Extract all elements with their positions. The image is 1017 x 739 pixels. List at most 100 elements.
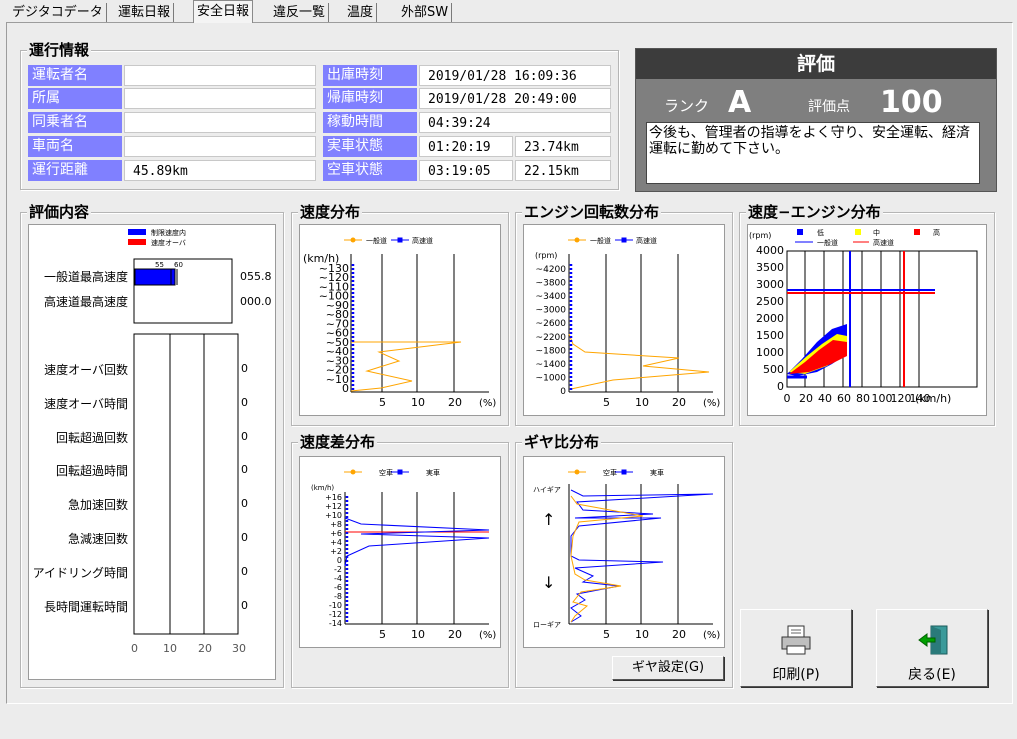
speed-dist-title: 速度分布 bbox=[298, 203, 363, 221]
return-field: 2019/01/28 20:49:00 bbox=[419, 88, 611, 109]
tab-violation-list[interactable]: 違反一覧 bbox=[270, 3, 330, 22]
max-highway-label: 高速道最高速度 bbox=[43, 295, 128, 309]
ytick-label: -6 bbox=[334, 583, 342, 592]
ytick-label: 0 bbox=[342, 382, 349, 395]
ytick-label: ~2200 bbox=[536, 333, 567, 343]
ytick-label: +2 bbox=[330, 547, 342, 556]
overrev-time-label: 回転超過時間 bbox=[55, 464, 128, 478]
xtick-20: 20 bbox=[198, 642, 212, 655]
engine-dist-general-line bbox=[568, 333, 710, 390]
speed-dist-xtick-20: 20 bbox=[448, 396, 462, 409]
ytick-label: -2 bbox=[334, 565, 342, 574]
rapid-accel-label: 急加速回数 bbox=[67, 498, 128, 512]
worktime-label: 稼動時間 bbox=[323, 112, 417, 133]
driver-label: 運転者名 bbox=[28, 65, 122, 86]
bar-label-60: 60 bbox=[174, 261, 183, 269]
ytick-label: +6 bbox=[330, 529, 342, 538]
speed-diff-svg: 空車 実車 (km/h) +16+12+10+8+6+4+20-2-4-6-8-… bbox=[311, 468, 496, 641]
ytick-label: ~1800 bbox=[536, 346, 567, 356]
legend-loaded-text: 実車 bbox=[426, 468, 440, 477]
gear-dist-xtick-unit: (%) bbox=[703, 630, 720, 641]
gear-dist-loaded-line bbox=[570, 489, 714, 623]
ytick-label: +8 bbox=[330, 520, 342, 529]
ytick-label: +4 bbox=[330, 538, 342, 547]
engine-dist-xtick-20: 20 bbox=[672, 396, 686, 409]
ytick-label: +12 bbox=[325, 502, 342, 511]
legend-highway-text: 高速道 bbox=[636, 236, 657, 245]
legend-over-swatch bbox=[128, 239, 146, 245]
idling-time-value: 0 bbox=[241, 565, 248, 578]
overspeed-count-label: 速度オーバ回数 bbox=[44, 363, 128, 377]
tab-operation-report[interactable]: 運転日報 bbox=[115, 3, 175, 22]
gear-down-arrow: ↓ bbox=[542, 573, 555, 592]
gear-dist-svg: 空車 実車 ハイギア ローギア ↑ ↓ 5 10 20 (%) bbox=[533, 468, 720, 641]
engine-dist-xtick-5: 5 bbox=[603, 396, 610, 409]
speed-dist-yticks: ~130~120~110~100~90~80~70~60~50~40~30~20… bbox=[319, 262, 349, 395]
speed-engine-yunit: (rpm) bbox=[749, 231, 771, 240]
legend-empty-text: 空車 bbox=[603, 468, 617, 477]
tab-safety-report[interactable]: 安全日報 bbox=[193, 0, 254, 23]
evaluation-title: 評価 bbox=[636, 49, 996, 79]
speed-dist-svg: 一般道 高速道 (km/h) ~130~120~110~100~90~80~70… bbox=[303, 236, 496, 409]
back-button-label: 戻る(E) bbox=[908, 667, 956, 683]
speed-diff-yticks: +16+12+10+8+6+4+20-2-4-6-8-10-12-14 bbox=[325, 493, 342, 628]
empty-time-field: 03:19:05 bbox=[419, 160, 513, 181]
rapid-decel-label: 急減速回数 bbox=[67, 532, 128, 546]
speed-dist-xtick-unit: (%) bbox=[479, 398, 496, 409]
legend-high-swatch bbox=[914, 229, 920, 235]
ytick-label: 3000 bbox=[756, 278, 784, 291]
ytick-label: 2000 bbox=[756, 312, 784, 325]
speed-engine-xunit: (km/h) bbox=[915, 392, 951, 405]
ytick-label: +10 bbox=[325, 511, 342, 520]
gear-up-arrow: ↑ bbox=[542, 510, 555, 529]
legend-empty-marker bbox=[574, 469, 580, 475]
printer-icon bbox=[781, 625, 811, 655]
legend-general-text: 一般道 bbox=[817, 238, 838, 247]
gear-dist-title: ギヤ比分布 bbox=[522, 433, 602, 451]
long-driving-value: 0 bbox=[241, 599, 248, 612]
ytick-label: -10 bbox=[329, 601, 342, 610]
legend-high-text: 高 bbox=[933, 228, 940, 237]
ytick-label: 3500 bbox=[756, 261, 784, 274]
legend-highway-marker bbox=[621, 237, 627, 243]
speed-dist-xtick-10: 10 bbox=[411, 396, 425, 409]
tab-temperature[interactable]: 温度 bbox=[344, 3, 378, 22]
ytick-label: 2500 bbox=[756, 295, 784, 308]
overspeed-time-value: 0 bbox=[241, 396, 248, 409]
ytick-label: ~3000 bbox=[536, 306, 567, 316]
ytick-label: -4 bbox=[334, 574, 342, 583]
codriver-field bbox=[124, 112, 316, 133]
engine-dist-title: エンジン回転数分布 bbox=[522, 203, 662, 221]
gear-dist-xtick-10: 10 bbox=[635, 628, 649, 641]
rank-value: A bbox=[728, 85, 752, 120]
gear-setting-button[interactable]: ギヤ設定(G) bbox=[612, 656, 724, 680]
back-button[interactable]: 戻る(E) bbox=[876, 609, 988, 687]
tab-digitaco-data[interactable]: デジタコデータ bbox=[9, 3, 107, 22]
speed-diff-xtick-5: 5 bbox=[379, 628, 386, 641]
speed-dist-general-line bbox=[350, 341, 462, 392]
tab-external-sw[interactable]: 外部SW bbox=[398, 3, 453, 22]
print-button[interactable]: 印刷(P) bbox=[740, 609, 852, 687]
legend-general-text: 一般道 bbox=[366, 236, 387, 245]
max-highway-value: 000.0 bbox=[240, 295, 272, 308]
overspeed-count-value: 0 bbox=[241, 362, 248, 375]
legend-within-swatch bbox=[128, 229, 146, 235]
dept-field bbox=[124, 88, 316, 109]
xtick-10: 10 bbox=[163, 642, 177, 655]
long-driving-label: 長時間運転時間 bbox=[43, 600, 128, 614]
codriver-label: 同乗者名 bbox=[28, 112, 122, 133]
max-general-bar bbox=[134, 268, 176, 286]
ytick-label: 500 bbox=[763, 363, 784, 376]
xtick-label: 120 bbox=[891, 392, 912, 405]
xtick-0: 0 bbox=[131, 642, 138, 655]
ytick-label: ~3800 bbox=[536, 279, 567, 289]
gear-dist-xtick-20: 20 bbox=[672, 628, 686, 641]
loaded-distance-field: 23.74km bbox=[515, 136, 611, 157]
ytick-label: 1500 bbox=[756, 329, 784, 342]
depart-field: 2019/01/28 16:09:36 bbox=[419, 65, 611, 86]
speed-diff-xtick-10: 10 bbox=[411, 628, 425, 641]
gear-dist-xtick-5: 5 bbox=[603, 628, 610, 641]
loaded-time-field: 01:20:19 bbox=[419, 136, 513, 157]
ytick-label: -14 bbox=[329, 619, 342, 628]
ytick-label: -8 bbox=[334, 592, 342, 601]
